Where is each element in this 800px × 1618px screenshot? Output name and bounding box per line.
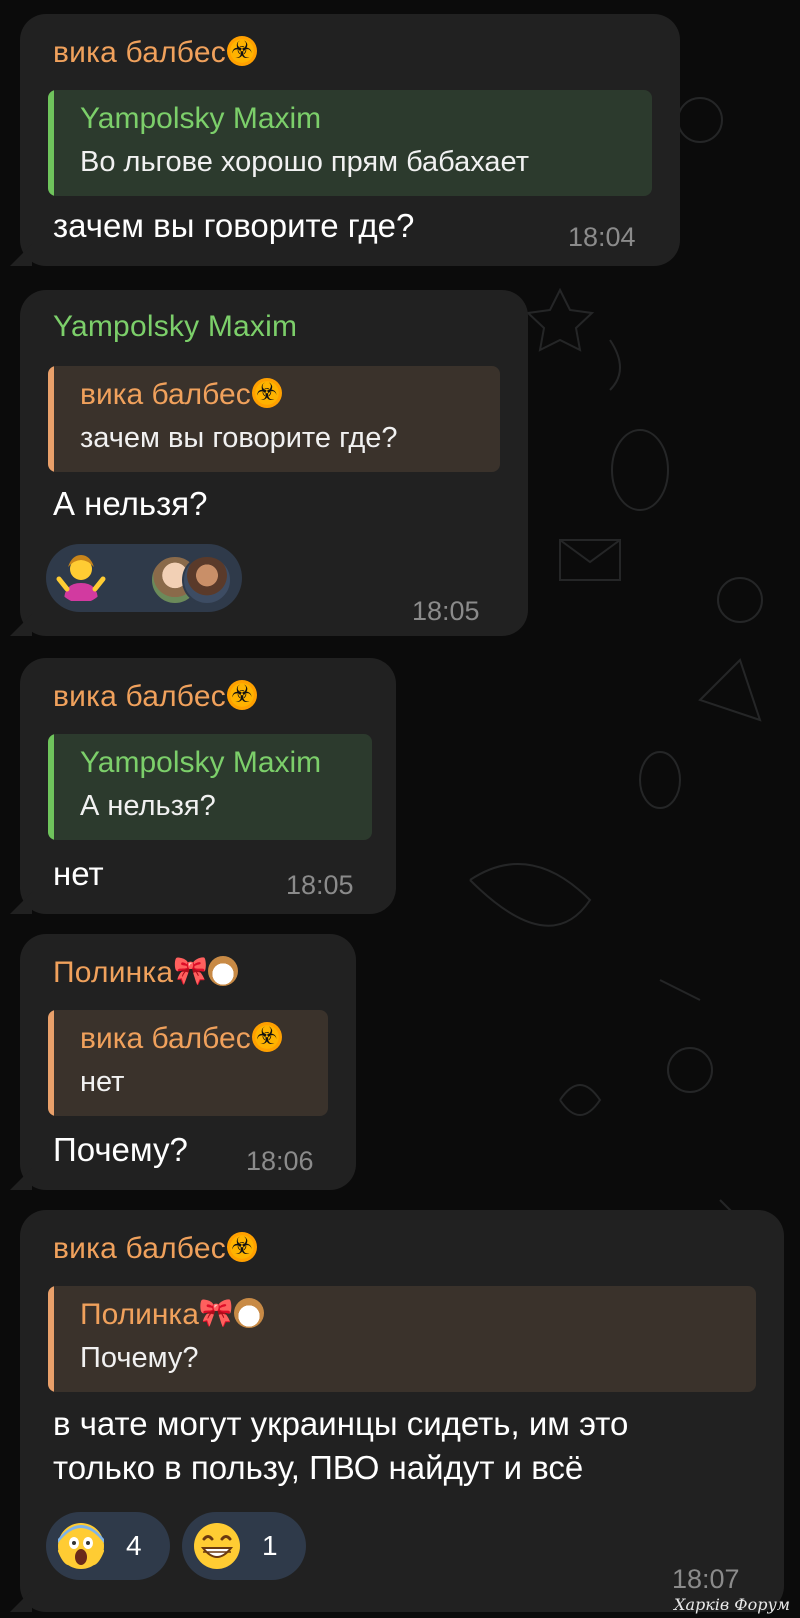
message-time: 18:05 bbox=[286, 870, 354, 900]
bubble-tail bbox=[10, 1590, 32, 1612]
sender-name[interactable]: вика балбес bbox=[53, 1232, 257, 1266]
message-time: 18:05 bbox=[412, 596, 480, 626]
person-shrugging-icon bbox=[56, 555, 106, 601]
biohazard-icon bbox=[226, 680, 257, 711]
sender-name[interactable]: Полинка🎀 bbox=[53, 955, 239, 990]
reply-bar bbox=[48, 1010, 54, 1116]
sender-name-text[interactable]: вика балбес bbox=[53, 680, 226, 713]
message-bubble[interactable]: Yampolsky Maxim вика балбес зачем вы гов… bbox=[10, 290, 528, 636]
message-time: 18:04 bbox=[568, 222, 636, 252]
reply-author: вика балбес bbox=[80, 378, 282, 412]
reaction-count: 4 bbox=[126, 1530, 142, 1561]
reply-quote[interactable]: Yampolsky Maxim Во льгове хорошо прям ба… bbox=[48, 90, 652, 196]
bubble-tail bbox=[10, 892, 32, 914]
biohazard-icon bbox=[251, 1022, 282, 1053]
dog-face-icon bbox=[233, 1298, 264, 1329]
reply-author-text: Полинка bbox=[80, 1298, 199, 1331]
grin-face-icon bbox=[194, 1523, 240, 1569]
sender-name-text[interactable]: вика балбес bbox=[53, 36, 226, 69]
reply-quote[interactable]: вика балбес зачем вы говорите где? bbox=[48, 366, 500, 472]
biohazard-icon bbox=[251, 378, 282, 409]
message-time: 18:07 bbox=[672, 1564, 740, 1594]
reply-bar bbox=[48, 1286, 54, 1392]
reply-bar bbox=[48, 90, 54, 196]
message-bubble[interactable]: вика балбес Полинка🎀 Почему? в чате могу… bbox=[10, 1210, 784, 1612]
reply-quote[interactable]: Yampolsky Maxim А нельзя? bbox=[48, 734, 372, 840]
watermark: Харків Форум bbox=[674, 1595, 790, 1614]
message-text: зачем вы говорите где? bbox=[53, 207, 415, 244]
bubble-tail bbox=[10, 1168, 32, 1190]
reply-bar bbox=[48, 734, 54, 840]
reply-author: Yampolsky Maxim bbox=[80, 102, 322, 135]
sender-name[interactable]: вика балбес bbox=[53, 680, 257, 714]
message-bubble[interactable]: вика балбес Yampolsky Maxim Во льгове хо… bbox=[10, 14, 680, 266]
reactor-avatar bbox=[182, 555, 232, 605]
message-time: 18:06 bbox=[246, 1146, 314, 1176]
reply-text: нет bbox=[80, 1066, 125, 1098]
sender-name[interactable]: Yampolsky Maxim bbox=[53, 310, 297, 344]
message-text-line-1: в чате могут украинцы сидеть, им это bbox=[53, 1405, 629, 1442]
reply-author-text: вика балбес bbox=[80, 1022, 251, 1055]
reaction-count: 1 bbox=[262, 1530, 278, 1561]
reply-author: вика балбес bbox=[80, 1022, 282, 1056]
reply-text: А нельзя? bbox=[80, 790, 216, 822]
message-bubble[interactable]: вика балбес Yampolsky Maxim А нельзя? не… bbox=[10, 658, 396, 914]
scream-face-icon bbox=[58, 1523, 104, 1569]
reply-text: зачем вы говорите где? bbox=[80, 422, 398, 454]
biohazard-icon bbox=[226, 1232, 257, 1263]
bow-icon: 🎀 bbox=[173, 955, 209, 987]
bubble-tail bbox=[10, 614, 32, 636]
message-text: А нельзя? bbox=[53, 485, 208, 522]
reply-text: Почему? bbox=[80, 1342, 199, 1374]
reply-quote[interactable]: вика балбес нет bbox=[48, 1010, 328, 1116]
reply-text: Во льгове хорошо прям бабахает bbox=[80, 146, 530, 178]
reaction-pill[interactable]: 4 bbox=[46, 1512, 170, 1580]
reply-author-text: вика балбес bbox=[80, 378, 251, 411]
reply-author: Полинка🎀 bbox=[80, 1298, 264, 1332]
reaction-pill[interactable] bbox=[46, 544, 242, 612]
reply-quote[interactable]: Полинка🎀 Почему? bbox=[48, 1286, 756, 1392]
message-text: нет bbox=[53, 855, 104, 892]
dog-face-icon bbox=[208, 956, 239, 987]
bow-icon: 🎀 bbox=[198, 1297, 234, 1329]
reply-bar bbox=[48, 366, 54, 472]
bubble-tail bbox=[10, 244, 32, 266]
sender-name-text[interactable]: Полинка bbox=[53, 956, 173, 989]
reaction-pill[interactable]: 1 bbox=[182, 1512, 306, 1580]
message-text-line-2: только в пользу, ПВО найдут и всё bbox=[53, 1449, 584, 1486]
message-text: Почему? bbox=[53, 1131, 188, 1168]
sender-name[interactable]: вика балбес bbox=[53, 36, 257, 70]
message-bubble[interactable]: Полинка🎀 вика балбес нет Почему? 18:06 bbox=[10, 934, 356, 1190]
biohazard-icon bbox=[226, 36, 257, 67]
reply-author: Yampolsky Maxim bbox=[80, 746, 322, 779]
sender-name-text[interactable]: вика балбес bbox=[53, 1232, 226, 1265]
